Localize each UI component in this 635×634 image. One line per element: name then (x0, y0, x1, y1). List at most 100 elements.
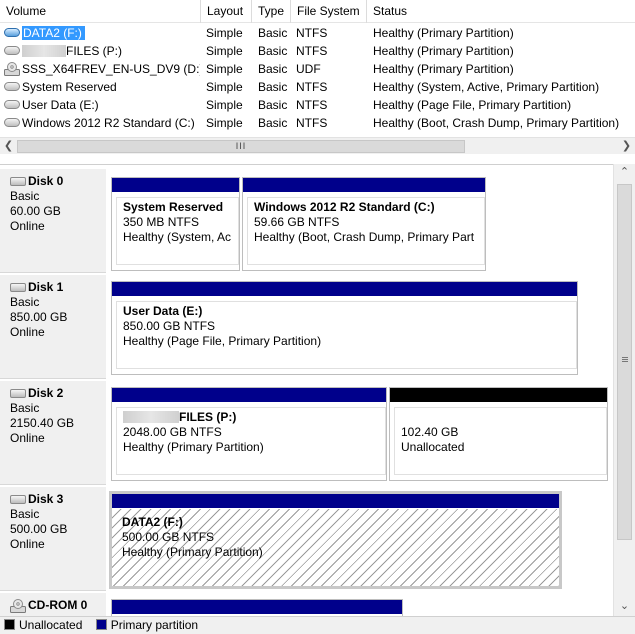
volume-type: Basic (258, 116, 288, 130)
partition-system-reserved[interactable]: System Reserved 350 MB NTFS Healthy (Sys… (111, 177, 240, 271)
column-header-status-label: Status (373, 4, 408, 18)
vertical-scroll-thumb[interactable] (617, 184, 632, 540)
volume-status: Healthy (Boot, Crash Dump, Primary Parti… (373, 116, 620, 130)
volume-filesystem: NTFS (296, 44, 328, 58)
volume-list: Volume Layout Type File System Status DA… (0, 0, 635, 154)
partition-name: Windows 2012 R2 Standard (C:) (254, 200, 435, 214)
partition-windows[interactable]: Windows 2012 R2 Standard (C:) 59.66 GB N… (242, 177, 486, 271)
volume-row-system-reserved[interactable]: System Reserved Simple Basic NTFS Health… (0, 78, 635, 96)
disk-title: Disk 2 (28, 386, 64, 400)
legend: Unallocated Primary partition (0, 616, 635, 634)
disk-3-row: Disk 3 Basic 500.00 GB Online DATA2 (F:)… (0, 487, 613, 591)
volume-layout: Simple (206, 44, 243, 58)
primary-partition-bar (243, 178, 485, 193)
primary-partition-bar (112, 494, 559, 509)
column-header-volume[interactable]: Volume (0, 0, 201, 23)
column-header-status[interactable]: Status (367, 0, 635, 23)
volume-layout: Simple (206, 116, 243, 130)
partition-name: FILES (P:) (179, 410, 237, 424)
disk-state: Online (10, 431, 45, 445)
volume-name: Windows 2012 R2 Standard (C:) (22, 116, 195, 130)
disk-title: Disk 1 (28, 280, 64, 294)
column-header-type-label: Type (258, 4, 285, 18)
primary-partition-bar (112, 388, 386, 403)
volume-name: FILES (P:) (66, 44, 123, 58)
horizontal-scroll-thumb[interactable]: III (17, 140, 465, 153)
partition-name: DATA2 (F:) (122, 515, 183, 529)
partition-cdrom[interactable] (111, 599, 403, 616)
scroll-down-icon[interactable]: ⌄ (614, 598, 635, 615)
column-header-volume-label: Volume (6, 4, 47, 18)
partition-status: Healthy (Page File, Primary Partition) (123, 334, 322, 348)
drive-icon (4, 46, 20, 56)
disk-1-label[interactable]: Disk 1 Basic 850.00 GB Online (0, 275, 106, 379)
volume-row-user-data[interactable]: User Data (E:) Simple Basic NTFS Healthy… (0, 96, 635, 114)
horizontal-scrollbar[interactable]: ❮ III ❯ (0, 137, 635, 154)
volume-type: Basic (258, 26, 288, 40)
vertical-scrollbar[interactable]: ⌃ ⌄ (613, 164, 635, 616)
partition-files[interactable]: FILES (P:) 2048.00 GB NTFS Healthy (Prim… (111, 387, 387, 481)
volume-filesystem: NTFS (296, 26, 328, 40)
disk-icon (10, 177, 26, 186)
disk-state: Online (10, 219, 45, 233)
scroll-up-icon[interactable]: ⌃ (614, 164, 635, 181)
disk-2-label[interactable]: Disk 2 Basic 2150.40 GB Online (0, 381, 106, 485)
scroll-grip: III (235, 141, 247, 151)
unallocated-size: 102.40 GB (401, 425, 459, 439)
disk-kind: Basic (10, 401, 40, 415)
disk-2-row: Disk 2 Basic 2150.40 GB Online FILES (P:… (0, 381, 613, 485)
scroll-right-icon[interactable]: ❯ (618, 138, 635, 155)
partition-status: Healthy (System, Ac (123, 230, 232, 244)
volume-row-files[interactable]: FILES (P:) Simple Basic NTFS Healthy (Pr… (0, 42, 635, 60)
disk-map: Disk 0 Basic 60.00 GB Online System Rese… (0, 164, 613, 616)
drive-icon (4, 100, 20, 110)
unallocated-swatch (4, 619, 15, 631)
disk-kind: Basic (10, 295, 40, 309)
volume-name: DATA2 (F:) (22, 26, 85, 40)
redacted-text (123, 410, 179, 423)
cdrom-0-row: CD-ROM 0 (0, 593, 613, 616)
column-header-filesystem-label: File System (297, 4, 360, 18)
volume-row-sss[interactable]: SSS_X64FREV_EN-US_DV9 (D:) Simple Basic … (0, 60, 635, 78)
disk-0-row: Disk 0 Basic 60.00 GB Online System Rese… (0, 169, 613, 273)
column-header-layout-label: Layout (207, 4, 244, 18)
partition-user-data[interactable]: User Data (E:) 850.00 GB NTFS Healthy (P… (111, 281, 578, 375)
volume-layout: Simple (206, 26, 243, 40)
partition-name: User Data (E:) (123, 304, 203, 318)
volume-status: Healthy (System, Active, Primary Partiti… (373, 80, 600, 94)
volume-layout: Simple (206, 62, 243, 76)
scroll-left-icon[interactable]: ❮ (0, 138, 17, 155)
unallocated-space[interactable]: 102.40 GB Unallocated (389, 387, 608, 481)
volume-layout: Simple (206, 98, 243, 112)
volume-row-windows[interactable]: Windows 2012 R2 Standard (C:) Simple Bas… (0, 114, 635, 132)
drive-icon (4, 118, 20, 128)
disk-3-label[interactable]: Disk 3 Basic 500.00 GB Online (0, 487, 106, 591)
partition-data2-selected[interactable]: DATA2 (F:) 500.00 GB NTFS Healthy (Prima… (109, 491, 562, 589)
column-header-filesystem[interactable]: File System (291, 0, 367, 23)
partition-status: Healthy (Primary Partition) (123, 440, 264, 454)
column-header-type[interactable]: Type (252, 0, 291, 23)
primary-partition-swatch (95, 619, 107, 631)
volume-status: Healthy (Primary Partition) (373, 44, 514, 58)
volume-name: System Reserved (22, 80, 117, 94)
partition-size: 500.00 GB NTFS (122, 530, 215, 544)
legend-unallocated-label: Unallocated (19, 618, 83, 632)
disk-size: 2150.40 GB (10, 416, 75, 430)
column-header-layout[interactable]: Layout (201, 0, 252, 23)
volume-row-data2[interactable]: DATA2 (F:) Simple Basic NTFS Healthy (Pr… (0, 24, 635, 42)
volume-status: Healthy (Page File, Primary Partition) (373, 98, 572, 112)
disk-icon (10, 495, 26, 504)
primary-partition-bar (112, 178, 239, 193)
partition-status: Healthy (Boot, Crash Dump, Primary Part (254, 230, 475, 244)
volume-filesystem: NTFS (296, 98, 328, 112)
volume-status: Healthy (Primary Partition) (373, 62, 514, 76)
disk-kind: Basic (10, 507, 40, 521)
disk-0-label[interactable]: Disk 0 Basic 60.00 GB Online (0, 169, 106, 273)
cdrom-0-label[interactable]: CD-ROM 0 (0, 593, 106, 616)
volume-status: Healthy (Primary Partition) (373, 26, 514, 40)
cdrom-icon (10, 598, 26, 613)
legend-unallocated: Unallocated (4, 618, 82, 632)
disk-state: Online (10, 325, 45, 339)
redacted-text (22, 44, 66, 57)
volume-filesystem: NTFS (296, 80, 328, 94)
